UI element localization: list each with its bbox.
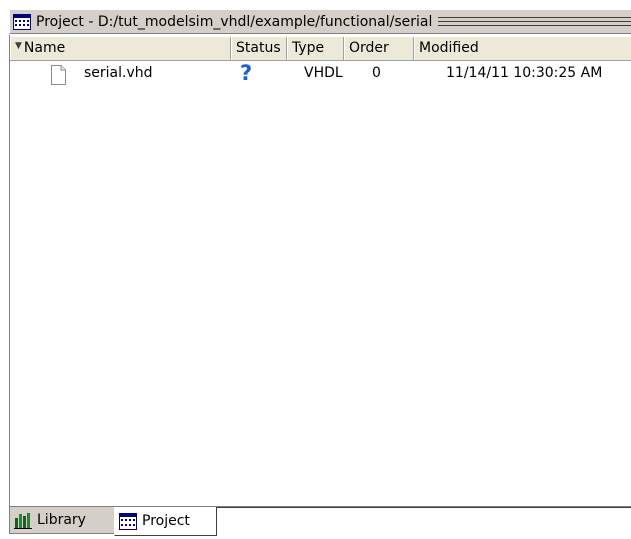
column-modified-header[interactable]: Modified xyxy=(414,37,631,60)
tab-project[interactable]: Project xyxy=(114,507,217,536)
column-type-label: Type xyxy=(292,40,325,56)
question-status-icon: ? xyxy=(240,62,252,84)
file-modified: 11/14/11 10:30:25 AM xyxy=(446,65,603,81)
column-order-header[interactable]: Order xyxy=(344,37,414,60)
tab-bar-filler xyxy=(217,507,631,534)
tab-bar: Library Project xyxy=(9,507,631,539)
status-value: ? xyxy=(240,62,252,84)
file-type: VHDL xyxy=(304,65,343,81)
window-title: Project - D:/tut_modelsim_vhdl/example/f… xyxy=(36,13,433,30)
tab-library-label: Library xyxy=(37,512,86,528)
column-name-label: Name xyxy=(23,40,66,56)
project-icon xyxy=(119,512,137,530)
tab-library[interactable]: Library xyxy=(9,507,114,534)
column-header: ▼ Name Status Type Order Modified xyxy=(10,37,631,61)
column-name-header[interactable]: ▼ Name xyxy=(10,37,231,60)
library-icon xyxy=(14,512,32,529)
file-name: serial.vhd xyxy=(84,65,153,81)
sort-down-icon[interactable]: ▼ xyxy=(15,37,22,55)
project-pane[interactable]: ▼ Name Status Type Order Modified serial.… xyxy=(9,35,631,507)
column-order-label: Order xyxy=(349,40,389,56)
file-icon xyxy=(51,65,66,85)
column-modified-label: Modified xyxy=(419,40,479,56)
column-status-header[interactable]: Status xyxy=(231,37,287,60)
column-status-label: Status xyxy=(236,40,281,56)
project-window: Project - D:/tut_modelsim_vhdl/example/f… xyxy=(0,0,631,539)
project-icon xyxy=(13,13,31,30)
title-grip[interactable] xyxy=(438,17,631,26)
title-bar[interactable]: Project - D:/tut_modelsim_vhdl/example/f… xyxy=(9,9,631,34)
tab-project-label: Project xyxy=(142,513,190,529)
table-row[interactable]: serial.vhd ? VHDL 0 11/14/11 10:30:25 AM xyxy=(10,61,631,87)
file-order: 0 xyxy=(372,65,381,81)
column-type-header[interactable]: Type xyxy=(287,37,344,60)
